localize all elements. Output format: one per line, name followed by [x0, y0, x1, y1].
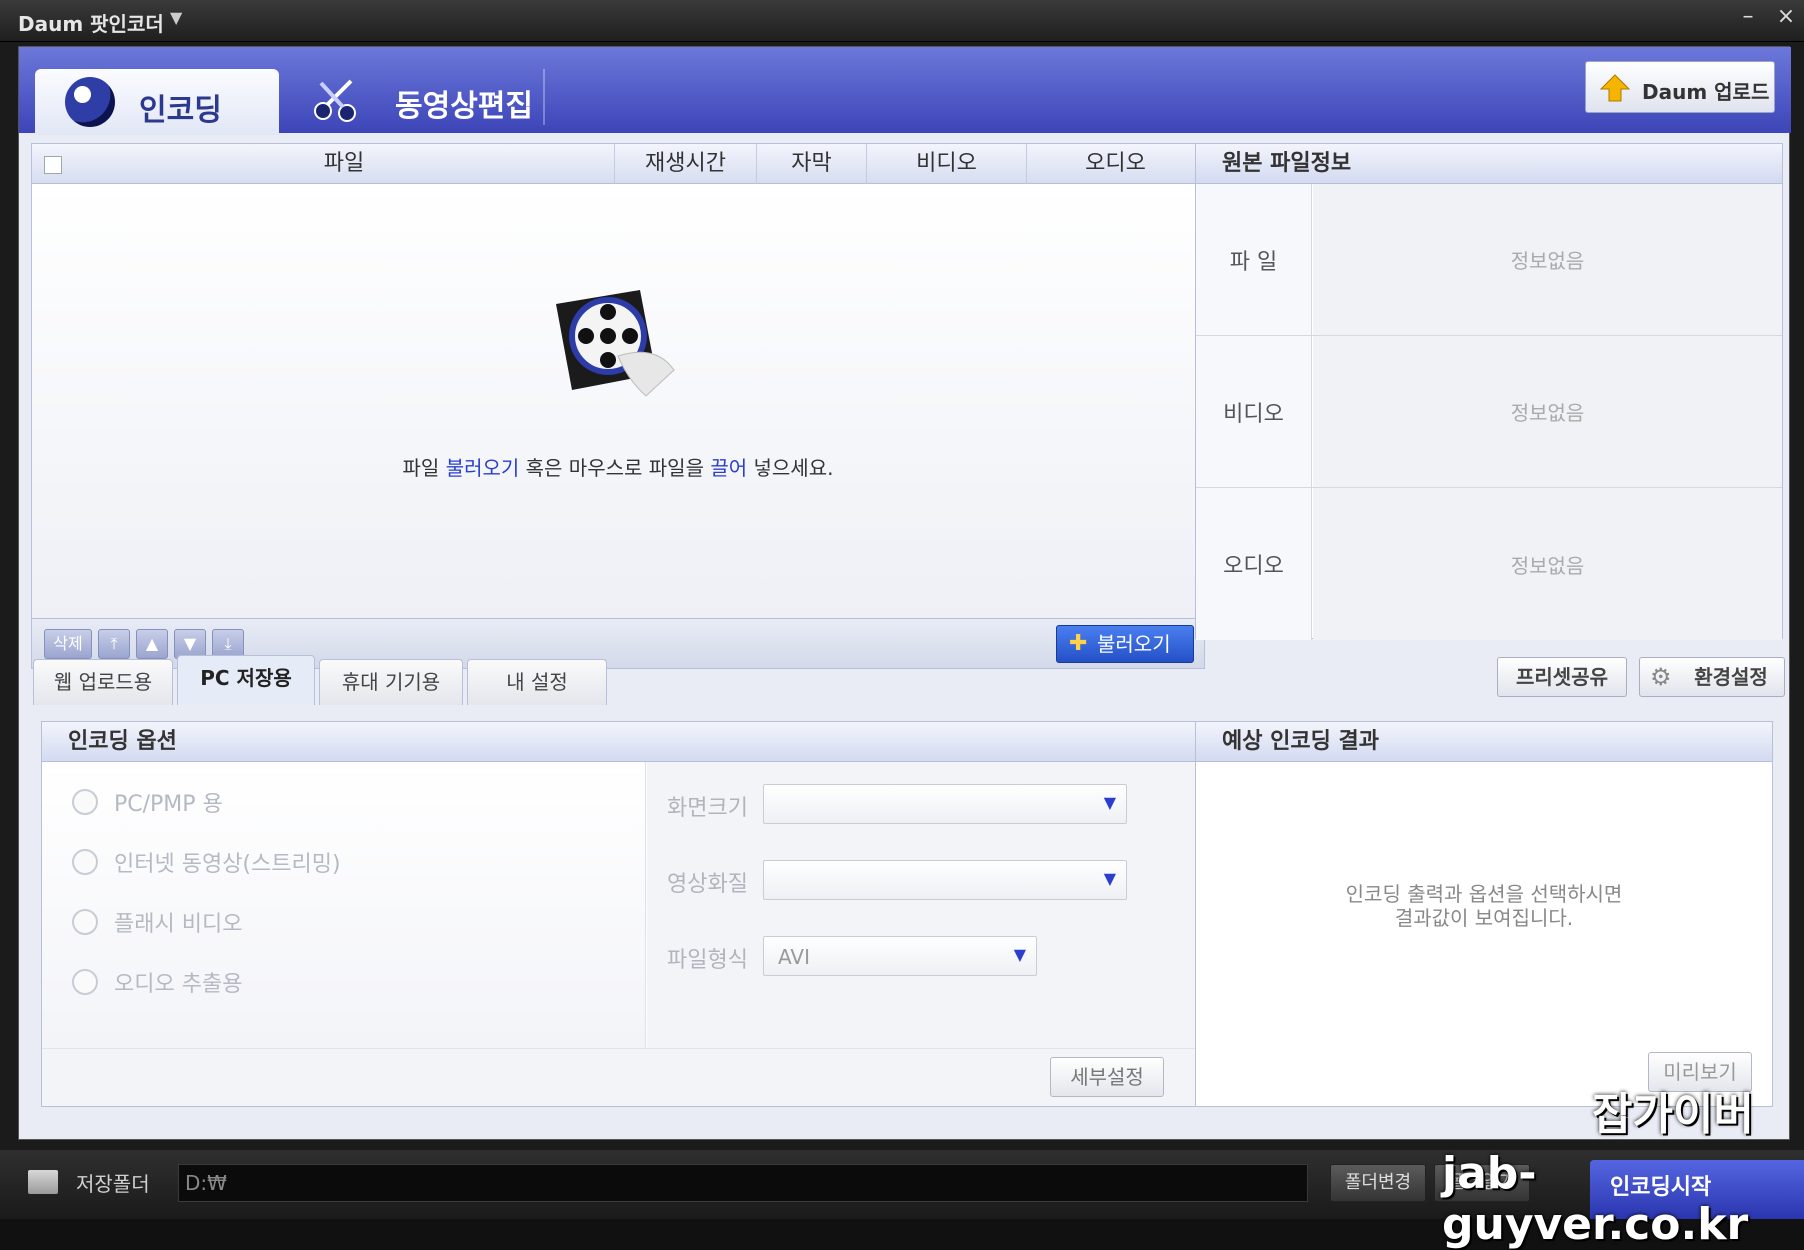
- field-label-screen-size: 화면크기: [667, 796, 748, 821]
- expected-result-title: 예상 인코딩 결과: [1196, 722, 1772, 762]
- expected-result-message: 인코딩 출력과 옵션을 선택하시면 결과값이 보여집니다.: [1196, 882, 1772, 930]
- radio-button[interactable]: [72, 789, 98, 815]
- column-header-video[interactable]: 비디오: [866, 144, 1026, 184]
- daum-upload-button[interactable]: Daum 업로드: [1585, 61, 1775, 113]
- radio-audio-extract[interactable]: 오디오 추출용: [72, 962, 242, 1002]
- tab-web-upload[interactable]: 웹 업로드용: [33, 659, 173, 705]
- app-title: Daum 팟인코더: [18, 12, 164, 36]
- radio-label: 플래시 비디오: [114, 912, 243, 937]
- folder-icon: [28, 1170, 58, 1194]
- info-row-video: 비디오 정보없음: [1196, 336, 1782, 488]
- source-info-panel: 원본 파일정보 파 일 정보없음 비디오 정보없음 오디오 정보없음: [1195, 143, 1783, 640]
- empty-msg-pre: 파일: [402, 456, 446, 480]
- watermark-url: jab-guyver.co.kr: [1442, 1148, 1749, 1250]
- gear-icon: ⚙: [1650, 663, 1672, 691]
- info-value: 정보없음: [1313, 488, 1782, 640]
- column-header-subtitle[interactable]: 자막: [756, 144, 866, 184]
- app-window: Daum 팟인코더 ▼ – × 인코딩 동영상편집 Daum 업로드 파일 재생…: [0, 0, 1804, 1250]
- radio-pc-pmp[interactable]: PC/PMP 용: [72, 782, 223, 822]
- title-menu-caret-icon[interactable]: ▼: [170, 8, 182, 27]
- select-all-checkbox[interactable]: [44, 156, 62, 174]
- empty-msg-post: 넣으세요.: [747, 456, 834, 480]
- chevron-down-icon: ▼: [1013, 945, 1026, 964]
- file-drop-area[interactable]: 파일 불러오기 혹은 마우스로 파일을 끌어 넣으세요.: [32, 184, 1204, 618]
- upload-arrow-icon: [1600, 74, 1630, 102]
- radio-streaming[interactable]: 인터넷 동영상(스트리밍): [72, 842, 341, 882]
- save-folder-label: 저장폴더: [76, 1172, 150, 1196]
- info-key: 비디오: [1196, 336, 1312, 487]
- empty-msg-load-link[interactable]: 불러오기: [446, 456, 520, 480]
- tab-divider: [543, 69, 545, 125]
- radio-label: 인터넷 동영상(스트리밍): [114, 852, 341, 877]
- column-header-duration[interactable]: 재생시간: [614, 144, 756, 184]
- file-format-select[interactable]: AVI ▼: [763, 936, 1037, 976]
- empty-msg-drag-link: 끌어: [710, 456, 748, 480]
- empty-msg-mid: 혹은 마우스로 파일을: [519, 456, 711, 480]
- film-reel-icon: [65, 77, 115, 127]
- load-file-button[interactable]: ✚ 불러오기: [1056, 625, 1194, 663]
- plus-icon: ✚: [1069, 631, 1088, 656]
- tab-mobile-device[interactable]: 휴대 기기용: [319, 659, 463, 705]
- title-bar[interactable]: Daum 팟인코더 ▼ – ×: [0, 0, 1804, 42]
- radio-label: 오디오 추출용: [114, 972, 243, 997]
- column-header-audio[interactable]: 오디오: [1026, 144, 1204, 184]
- top-tab-band: 인코딩 동영상편집 Daum 업로드: [19, 47, 1791, 135]
- move-top-button[interactable]: ⤒: [98, 629, 130, 659]
- select-value: AVI: [778, 945, 810, 969]
- file-list-panel[interactable]: 파일 재생시간 자막 비디오 오디오 파일 불러오기 혹은 마우스로 파일을 끌…: [31, 143, 1205, 669]
- settings-label: 환경설정: [1694, 665, 1768, 689]
- encoding-preset-list: PC/PMP 용 인터넷 동영상(스트리밍) 플래시 비디오 오디오 추출용: [42, 762, 646, 1048]
- preset-share-button[interactable]: 프리셋공유: [1497, 657, 1627, 697]
- quality-select[interactable]: ▼: [763, 860, 1127, 900]
- detail-settings-button[interactable]: 세부설정: [1050, 1057, 1164, 1097]
- change-folder-button[interactable]: 폴더변경: [1330, 1164, 1426, 1202]
- encoding-options-footer: 세부설정: [42, 1048, 1204, 1106]
- radio-button[interactable]: [72, 909, 98, 935]
- tab-my-settings[interactable]: 내 설정: [467, 659, 607, 705]
- expected-result-panel: 예상 인코딩 결과 인코딩 출력과 옵션을 선택하시면 결과값이 보여집니다. …: [1195, 721, 1773, 1107]
- move-up-button[interactable]: ▲: [136, 629, 168, 659]
- delete-button[interactable]: 삭제: [44, 629, 92, 659]
- radio-button[interactable]: [72, 969, 98, 995]
- radio-label: PC/PMP 용: [114, 792, 223, 817]
- info-value: 정보없음: [1313, 184, 1782, 335]
- save-path-value: D:₩: [185, 1171, 227, 1195]
- screen-size-select[interactable]: ▼: [763, 784, 1127, 824]
- encoding-options-panel: 인코딩 옵션 PC/PMP 용 인터넷 동영상(스트리밍) 플래시 비디오 오디…: [41, 721, 1205, 1107]
- file-list-header: 파일 재생시간 자막 비디오 오디오: [32, 144, 1204, 184]
- field-label-quality: 영상화질: [667, 872, 748, 897]
- result-message-line1: 인코딩 출력과 옵션을 선택하시면: [1345, 882, 1623, 906]
- load-file-label: 불러오기: [1097, 632, 1171, 656]
- daum-upload-label: Daum 업로드: [1642, 80, 1770, 104]
- radio-button[interactable]: [72, 849, 98, 875]
- chevron-down-icon: ▼: [1103, 869, 1116, 888]
- tab-video-edit-label: 동영상편집: [395, 89, 533, 124]
- tab-video-edit[interactable]: 동영상편집: [299, 69, 559, 129]
- radio-flash-video[interactable]: 플래시 비디오: [72, 902, 242, 942]
- chevron-down-icon: ▼: [1103, 793, 1116, 812]
- info-row-file: 파 일 정보없음: [1196, 184, 1782, 336]
- column-header-file[interactable]: 파일: [74, 144, 614, 184]
- info-value: 정보없음: [1313, 336, 1782, 487]
- source-info-title: 원본 파일정보: [1196, 144, 1782, 184]
- minimize-button[interactable]: –: [1734, 4, 1762, 34]
- field-label-file-format: 파일형식: [667, 948, 748, 973]
- info-row-audio: 오디오 정보없음: [1196, 488, 1782, 640]
- save-path-field[interactable]: D:₩: [178, 1164, 1308, 1202]
- empty-list-message: 파일 불러오기 혹은 마우스로 파일을 끌어 넣으세요.: [32, 452, 1204, 481]
- tab-encoding[interactable]: 인코딩: [35, 69, 279, 135]
- info-key: 오디오: [1196, 488, 1312, 640]
- tab-encoding-label: 인코딩: [139, 93, 222, 128]
- film-clip-icon: [556, 290, 675, 397]
- scissors-icon: [314, 79, 356, 122]
- encoding-fields: 화면크기 ▼ 영상화질 ▼ 파일형식 AVI ▼: [647, 762, 1204, 1048]
- info-key: 파 일: [1196, 184, 1312, 335]
- close-button[interactable]: ×: [1772, 4, 1800, 34]
- main-frame: 인코딩 동영상편집 Daum 업로드 파일 재생시간 자막 비디오 오디오 파일…: [18, 46, 1791, 1140]
- tab-pc-storage[interactable]: PC 저장용: [177, 655, 315, 705]
- encoding-options-title: 인코딩 옵션: [42, 722, 1204, 762]
- result-message-line2: 결과값이 보여집니다.: [1394, 906, 1574, 930]
- settings-button[interactable]: ⚙ 환경설정: [1639, 657, 1785, 697]
- watermark-text: 잡가이버: [1592, 1089, 1754, 1140]
